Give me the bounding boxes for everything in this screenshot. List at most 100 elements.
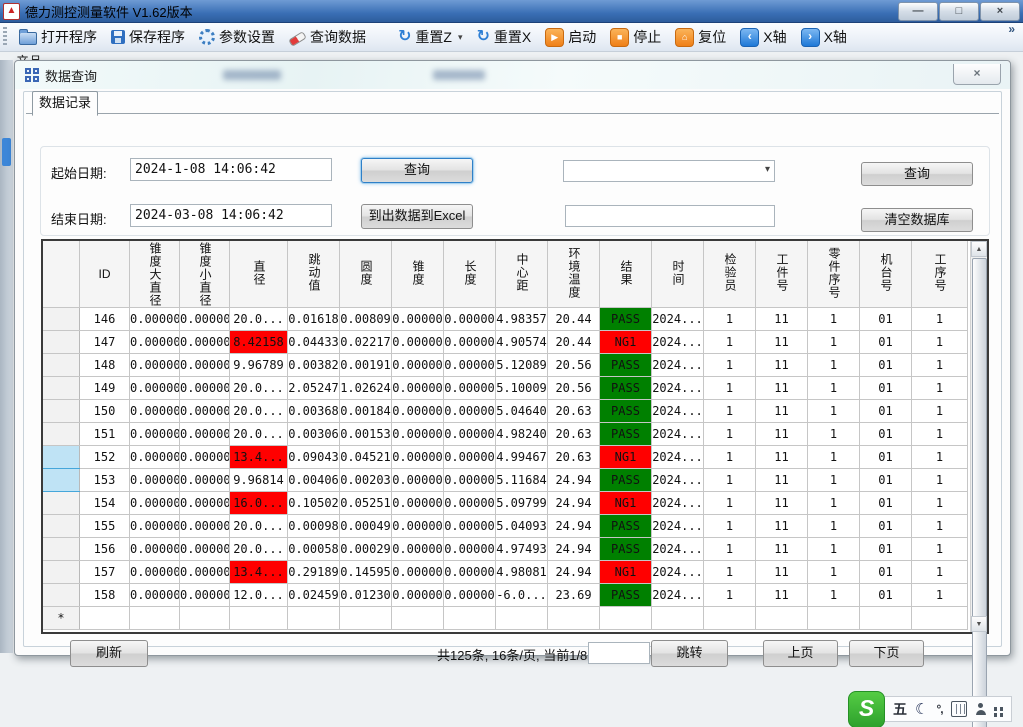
column-header[interactable]: 检验员 (704, 241, 756, 308)
column-header[interactable]: 长度 (444, 241, 496, 308)
cell[interactable]: 0.00000 (444, 377, 496, 400)
cell[interactable]: 1 (912, 515, 968, 538)
cell[interactable]: 01 (860, 446, 912, 469)
row-selector[interactable] (43, 492, 80, 515)
cell[interactable]: 0.00000 (392, 400, 444, 423)
cell[interactable]: 0.00000 (130, 538, 180, 561)
cell[interactable]: 146 (80, 308, 130, 331)
cell[interactable]: 0.00000 (392, 584, 444, 607)
cell[interactable]: 11 (756, 561, 808, 584)
cell[interactable]: 0.00000 (444, 308, 496, 331)
cell[interactable]: 153 (80, 469, 130, 492)
row-selector[interactable] (43, 446, 80, 469)
moon-icon[interactable]: ☾ (915, 702, 928, 717)
cell[interactable]: 1 (808, 377, 860, 400)
cell[interactable]: 157 (80, 561, 130, 584)
cell[interactable]: 1 (808, 538, 860, 561)
cell[interactable]: 0.00000 (180, 331, 230, 354)
table-row[interactable]: 1500.000000.0000020.0...0.003680.001840.… (43, 400, 968, 423)
cell[interactable]: 0.02217 (340, 331, 392, 354)
cell[interactable]: 0.04433 (288, 331, 340, 354)
column-header[interactable]: 锥度大直径 (130, 241, 180, 308)
cell[interactable]: 1 (912, 469, 968, 492)
cell[interactable]: 0.00000 (130, 377, 180, 400)
cell[interactable]: 0.00000 (180, 423, 230, 446)
cell[interactable]: 1 (912, 308, 968, 331)
row-selector[interactable] (43, 354, 80, 377)
cell[interactable]: 1 (808, 308, 860, 331)
scrollbar-thumb[interactable] (972, 258, 987, 727)
cell[interactable]: 0.04521 (340, 446, 392, 469)
cell[interactable]: 20.44 (548, 331, 600, 354)
start-date-input[interactable] (130, 158, 332, 181)
cell[interactable]: 0.00000 (392, 308, 444, 331)
cell[interactable]: 0.00000 (392, 469, 444, 492)
cell[interactable]: 1 (704, 561, 756, 584)
cell[interactable]: 0.00000 (392, 423, 444, 446)
cell[interactable]: 24.94 (548, 538, 600, 561)
cell[interactable]: 1 (808, 331, 860, 354)
cell[interactable]: 4.98240 (496, 423, 548, 446)
table-row[interactable]: 1530.000000.000009.968140.004060.002030.… (43, 469, 968, 492)
query-button[interactable]: 查询 (361, 158, 473, 183)
cell[interactable]: 2024... (652, 492, 704, 515)
cell[interactable]: PASS (600, 400, 652, 423)
cell[interactable]: 1 (808, 492, 860, 515)
dialog-close-button[interactable]: × (953, 64, 1001, 85)
cell[interactable]: 1 (704, 377, 756, 400)
row-selector[interactable] (43, 400, 80, 423)
toolbar-item-reset-z[interactable]: ↻重置Z▾ (391, 25, 470, 49)
cell[interactable]: 0.00000 (392, 515, 444, 538)
row-selector[interactable] (43, 538, 80, 561)
cell[interactable]: 0.00000 (444, 331, 496, 354)
row-selector[interactable] (43, 423, 80, 446)
cell[interactable]: 155 (80, 515, 130, 538)
cell[interactable]: 5.12089 (496, 354, 548, 377)
toolbar-item-query-data[interactable]: 查询数据 (282, 25, 373, 49)
cell[interactable]: 0.00000 (130, 469, 180, 492)
cell[interactable]: 01 (860, 377, 912, 400)
jump-button[interactable]: 跳转 (651, 640, 728, 667)
cell[interactable]: 9.96814 (230, 469, 288, 492)
cell[interactable]: 0.00000 (180, 492, 230, 515)
cell[interactable] (288, 607, 340, 630)
row-selector[interactable] (43, 308, 80, 331)
cell[interactable]: 0.01230 (340, 584, 392, 607)
cell[interactable] (392, 607, 444, 630)
cell[interactable]: 4.99467 (496, 446, 548, 469)
filter-input[interactable] (565, 205, 775, 227)
column-header[interactable]: 时间 (652, 241, 704, 308)
row-selector[interactable] (43, 515, 80, 538)
cell[interactable]: 0.00000 (180, 400, 230, 423)
cell[interactable]: 1 (704, 400, 756, 423)
cell[interactable]: 0.00368 (288, 400, 340, 423)
cell[interactable]: 20.63 (548, 446, 600, 469)
cell[interactable] (496, 607, 548, 630)
cell[interactable] (80, 607, 130, 630)
cell[interactable]: 1 (912, 446, 968, 469)
cell[interactable]: 2024... (652, 584, 704, 607)
table-row[interactable]: 1520.000000.0000013.4...0.090430.045210.… (43, 446, 968, 469)
cell[interactable]: 01 (860, 561, 912, 584)
cell[interactable]: 0.00000 (180, 354, 230, 377)
cell[interactable]: 24.94 (548, 561, 600, 584)
scroll-up-icon[interactable]: ▲ (971, 241, 987, 257)
cell[interactable]: 1 (704, 308, 756, 331)
cell[interactable]: 1 (912, 400, 968, 423)
cell[interactable]: 2024... (652, 354, 704, 377)
cell[interactable]: 0.00000 (180, 469, 230, 492)
cell[interactable]: 01 (860, 354, 912, 377)
cell[interactable]: 0.00406 (288, 469, 340, 492)
cell[interactable]: 0.09043 (288, 446, 340, 469)
cell[interactable]: 0.00000 (444, 446, 496, 469)
cell[interactable]: 11 (756, 308, 808, 331)
column-header[interactable]: 中心距 (496, 241, 548, 308)
keyboard-icon[interactable] (951, 701, 968, 717)
cell[interactable] (756, 607, 808, 630)
cell[interactable]: 1 (808, 469, 860, 492)
cell[interactable]: 11 (756, 515, 808, 538)
row-selector[interactable] (43, 469, 80, 492)
query2-button[interactable]: 查询 (861, 162, 973, 186)
table-row[interactable]: 1460.000000.0000020.0...0.016180.008090.… (43, 308, 968, 331)
cell[interactable] (548, 607, 600, 630)
